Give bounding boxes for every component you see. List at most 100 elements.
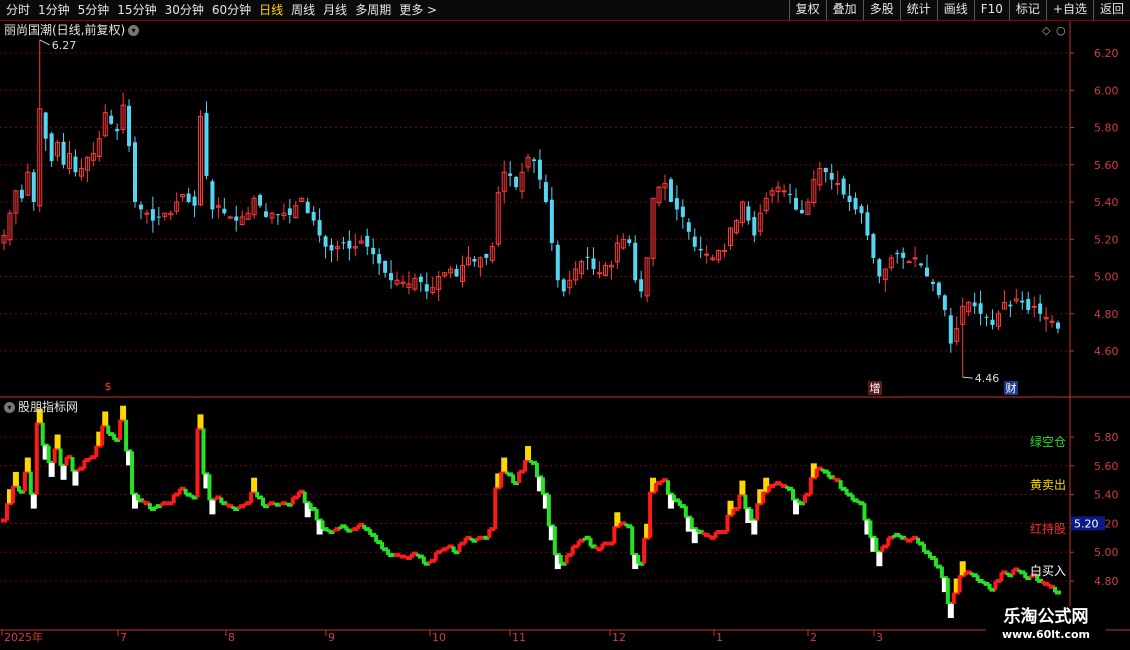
period-tab-0[interactable]: 分时: [2, 0, 34, 20]
candle-body: [1056, 322, 1060, 329]
watermark-url: www.60lt.com: [1001, 628, 1091, 641]
candle-body: [49, 133, 54, 162]
candle-body: [912, 257, 918, 260]
toolbar-button-3[interactable]: 统计: [899, 0, 937, 20]
candle-body: [389, 273, 394, 281]
toolbar-button-5[interactable]: F10: [973, 0, 1009, 20]
candle-body: [835, 182, 841, 185]
candle-body: [639, 279, 644, 292]
chevron-down-icon[interactable]: ▾: [4, 402, 15, 413]
x-axis-label: 2025年: [4, 630, 43, 644]
candle-body: [596, 272, 602, 275]
signal-buy-block: [876, 552, 883, 567]
indicator-legend-1: 黄卖出: [1030, 478, 1066, 492]
toolbar-button-6[interactable]: 标记: [1008, 0, 1046, 20]
signal-buy-block: [72, 471, 79, 486]
period-tab-8[interactable]: 月线: [319, 0, 351, 20]
candle-body: [752, 217, 757, 236]
right-toolbar: 复权 叠加 多股 统计 画线 F10 标记 +自选 返回: [788, 0, 1130, 20]
candle-body: [722, 249, 728, 252]
signal-sell-block: [501, 457, 508, 472]
candle-body: [138, 204, 143, 210]
x-axis-label: 1: [716, 631, 723, 644]
period-tab-2[interactable]: 5分钟: [74, 0, 114, 20]
candle-body: [823, 167, 828, 173]
candle-body: [424, 284, 429, 292]
candle-body: [484, 253, 489, 258]
candle-body: [788, 193, 793, 195]
candle-body: [543, 182, 548, 202]
signal-sell-block: [24, 457, 31, 472]
candle-body: [472, 258, 477, 262]
signal-sell-block: [525, 446, 532, 461]
candle-body: [1026, 299, 1031, 311]
signal-sell-block: [102, 411, 109, 426]
toolbar-button-8[interactable]: 返回: [1092, 0, 1130, 20]
candle-body: [555, 244, 560, 281]
candle-body: [329, 244, 334, 251]
indicator-tick-label: 5.40: [1094, 489, 1119, 502]
candle-body: [287, 208, 292, 216]
candle-body: [924, 267, 929, 277]
candle-body: [43, 112, 48, 139]
period-tab-5[interactable]: 60分钟: [208, 0, 255, 20]
chart-canvas[interactable]: 6.20 6.00 5.80 5.60 5.40 5.20 5.00 4.80 4.60 5.80…: [0, 21, 1130, 650]
candle-body: [234, 216, 239, 221]
toolbar-button-2[interactable]: 多股: [862, 0, 900, 20]
candle-body: [454, 268, 459, 277]
candle-body: [365, 235, 370, 247]
candle-body: [531, 159, 536, 162]
candle-body: [627, 239, 632, 243]
period-tab-3[interactable]: 15分钟: [113, 0, 160, 20]
candle-body: [781, 190, 787, 193]
event-marker-finance: 财: [1006, 381, 1017, 395]
candle-body: [1049, 320, 1055, 323]
period-tab-4[interactable]: 30分钟: [161, 0, 208, 20]
candle-body: [418, 276, 423, 283]
price-tick-label: 4.80: [1094, 308, 1119, 321]
signal-buy-block: [751, 520, 758, 535]
candle-body: [990, 319, 995, 325]
indicator-title[interactable]: ▾ 股朋指标网: [4, 398, 78, 415]
candle-body: [978, 303, 983, 314]
watermark-name: 乐淘公式网: [1003, 607, 1089, 627]
price-tick-label: 5.60: [1094, 159, 1119, 172]
candle-body: [591, 258, 596, 270]
candle-body: [859, 206, 864, 214]
period-tab-7[interactable]: 周线: [287, 0, 319, 20]
event-marker-increase: 增: [870, 381, 881, 395]
period-tab-9[interactable]: 多周期: [351, 0, 395, 20]
candle-body: [371, 247, 376, 255]
candle-body: [341, 242, 346, 244]
toolbar-button-7[interactable]: +自选: [1045, 0, 1093, 20]
candle-body: [144, 212, 150, 215]
price-tick-label: 5.80: [1094, 122, 1119, 135]
period-tab-10[interactable]: 更多 >: [395, 0, 441, 20]
candle-body: [186, 193, 191, 202]
candle-body: [210, 181, 215, 210]
candle-body: [115, 128, 120, 132]
toolbar-button-1[interactable]: 叠加: [825, 0, 863, 20]
candle-body: [692, 236, 697, 247]
candle-body: [936, 282, 941, 296]
price-tick-label: 5.40: [1094, 196, 1119, 209]
candle-body: [377, 254, 382, 264]
period-tab-1[interactable]: 1分钟: [34, 0, 74, 20]
candle-body: [1031, 305, 1037, 308]
indicator-tick-label: 5.80: [1094, 431, 1119, 444]
toolbar-button-0[interactable]: 复权: [788, 0, 826, 20]
candle-body: [704, 253, 710, 256]
candle-body: [668, 179, 673, 202]
candle-body: [799, 209, 804, 214]
toolbar-button-4[interactable]: 画线: [936, 0, 974, 20]
candle-body: [633, 242, 638, 281]
candle-body: [347, 240, 352, 249]
x-axis-label: 11: [512, 631, 526, 644]
signal-sell-block: [739, 480, 746, 495]
period-tab-6[interactable]: 日线: [255, 0, 287, 20]
x-axis-label: 3: [876, 631, 883, 644]
candle-body: [1020, 300, 1025, 303]
event-marker-dividend: $: [105, 380, 112, 393]
x-axis-label: 9: [328, 631, 335, 644]
candle-body: [31, 172, 36, 202]
